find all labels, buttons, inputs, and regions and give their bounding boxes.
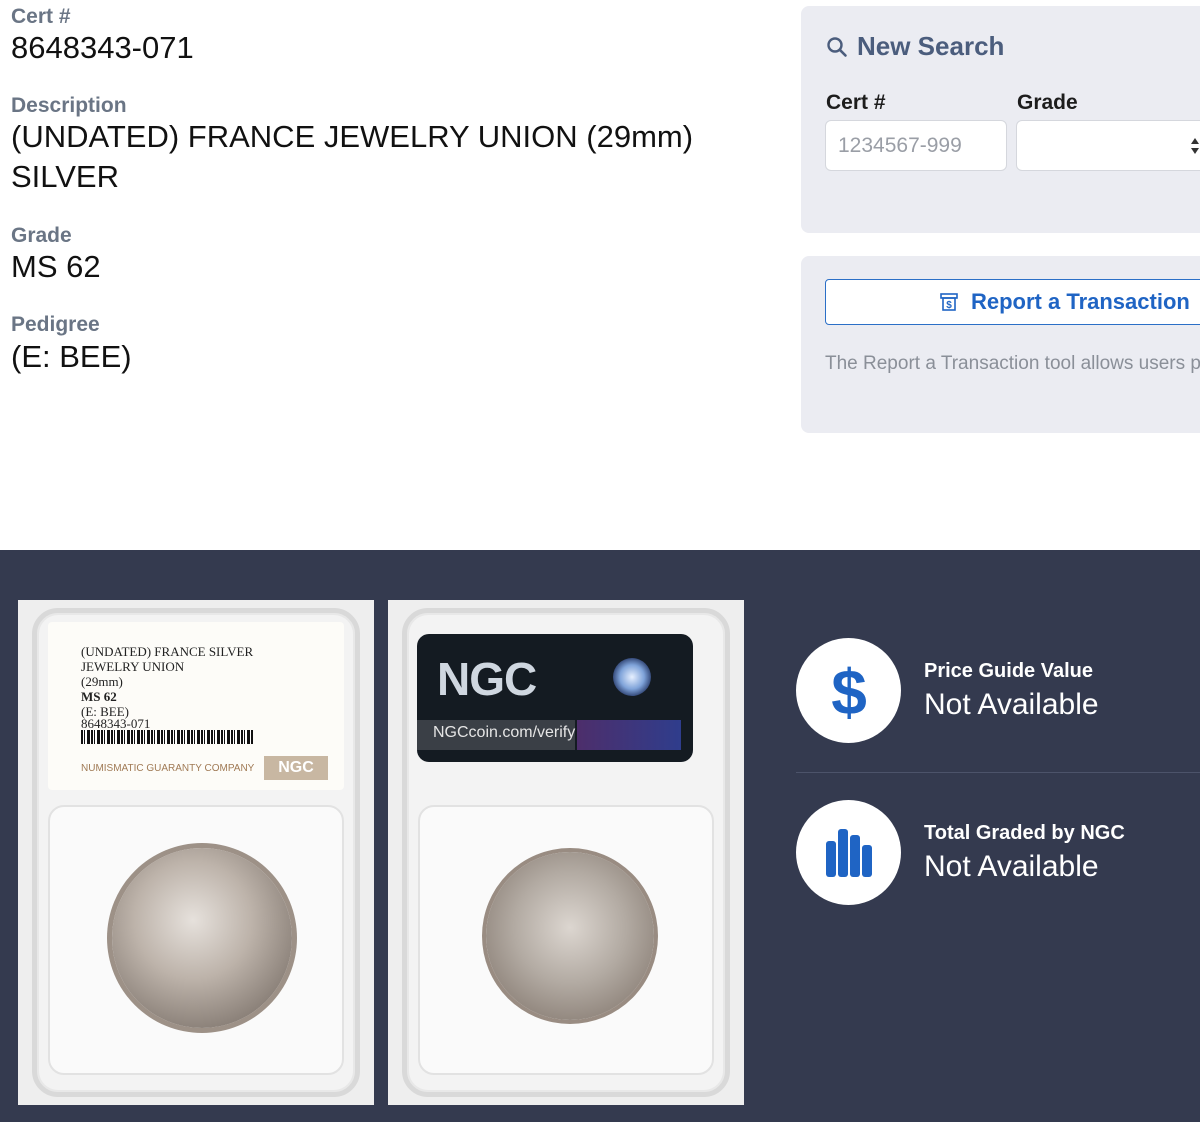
coin-reverse (486, 852, 654, 1020)
pedigree-value: (E: BEE) (11, 339, 132, 374)
svg-text:$: $ (831, 656, 867, 726)
slab-back-label: NGC NGCcoin.com/verify (417, 634, 693, 762)
stat-title: Total Graded by NGC (924, 822, 1125, 844)
grade-label: Grade (11, 224, 72, 247)
label-cert: 8648343-071 (81, 716, 151, 731)
coin-obverse (112, 848, 292, 1028)
label-company: NUMISMATIC GUARANTY COMPANY (81, 763, 255, 774)
divider (796, 772, 1200, 773)
description-value: (UNDATED) FRANCE JEWELRY UNION (29mm) SI… (11, 119, 694, 194)
report-description: The Report a Transaction tool allows use… (825, 353, 1200, 374)
ngc-logo: NGC (437, 653, 537, 705)
stat-title: Price Guide Value (924, 660, 1093, 682)
coin-images-section: (UNDATED) FRANCE SILVER JEWELRY UNION (2… (0, 550, 1200, 1122)
barcode (81, 730, 253, 744)
stat-icon-circle (796, 800, 901, 905)
cert-value: 8648343-071 (11, 30, 194, 65)
cert-label: Cert # (11, 5, 71, 28)
svg-text:$: $ (946, 300, 952, 311)
search-cert-label: Cert # (826, 91, 886, 114)
slab-front-label: (UNDATED) FRANCE SILVER JEWELRY UNION (2… (48, 622, 344, 790)
description-label: Description (11, 94, 127, 117)
grade-value: MS 62 (11, 249, 101, 284)
label-line: (UNDATED) FRANCE SILVER (81, 644, 254, 659)
stat-icon-circle: $ (796, 638, 901, 743)
search-heading: New Search (826, 31, 1004, 62)
cert-search-input[interactable] (825, 120, 1007, 171)
new-search-panel: New Search Cert # Grade (801, 6, 1200, 233)
slab-back-image[interactable]: NGC NGCcoin.com/verify (388, 600, 744, 1105)
report-button-label: Report a Transaction (971, 289, 1190, 314)
pedigree-label: Pedigree (11, 313, 100, 336)
search-icon (827, 36, 847, 57)
dollar-icon: $ (831, 656, 867, 726)
stat-value: Not Available (924, 850, 1099, 883)
search-grade-label: Grade (1017, 91, 1078, 114)
slab-front-image[interactable]: (UNDATED) FRANCE SILVER JEWELRY UNION (2… (18, 600, 374, 1105)
hologram-strip (577, 720, 681, 750)
report-panel: $ Report a Transaction The Report a Tran… (801, 256, 1200, 433)
verify-url: NGCcoin.com/verify (433, 724, 576, 741)
report-transaction-button[interactable]: $ Report a Transaction (825, 279, 1200, 325)
ngc-logo: NGC (264, 756, 328, 780)
search-title: New Search (857, 31, 1005, 61)
stat-value: Not Available (924, 688, 1099, 721)
label-line: JEWELRY UNION (81, 659, 185, 674)
label-grade: MS 62 (81, 689, 117, 704)
receipt-icon: $ (940, 293, 958, 311)
grade-select[interactable] (1016, 120, 1200, 171)
bar-chart-icon (825, 828, 872, 877)
label-line: (29mm) (81, 674, 123, 689)
hologram-icon (613, 658, 651, 696)
select-arrows-icon (1191, 138, 1199, 154)
